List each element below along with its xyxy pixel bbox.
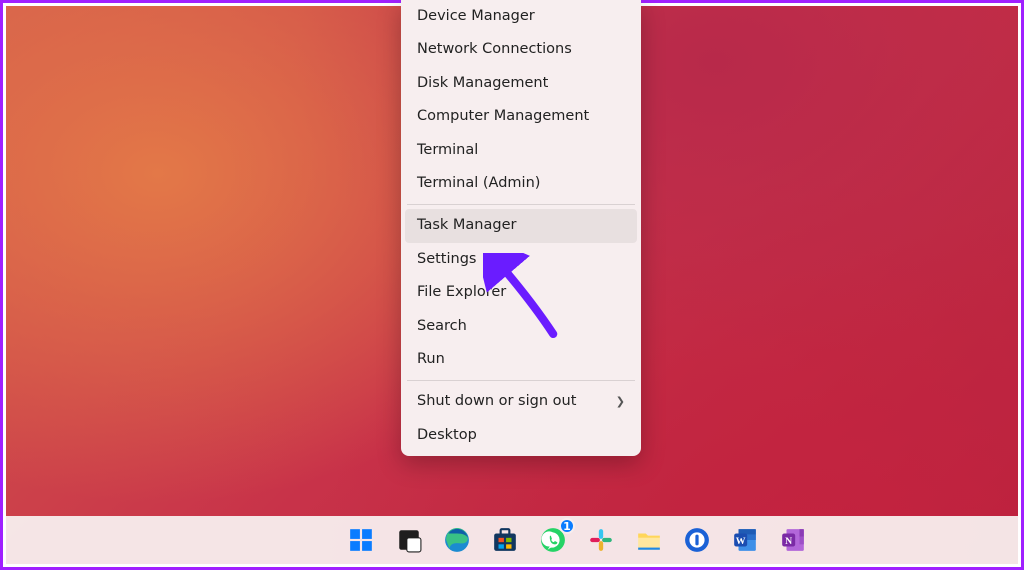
start-button[interactable] — [341, 520, 381, 560]
menu-separator — [407, 380, 635, 381]
whatsapp-button[interactable]: 1 — [533, 520, 573, 560]
edge-button[interactable] — [437, 520, 477, 560]
onenote-icon: N — [780, 527, 806, 553]
taskbar: 1 W N — [6, 516, 1018, 564]
onenote-button[interactable]: N — [773, 520, 813, 560]
folder-icon — [636, 527, 662, 553]
menu-item-task-manager[interactable]: Task Manager — [405, 209, 637, 242]
taskbar-icons: 1 W N — [211, 520, 813, 560]
slack-button[interactable] — [581, 520, 621, 560]
whatsapp-badge: 1 — [559, 518, 575, 534]
menu-item-network-connections[interactable]: Network Connections — [405, 33, 637, 66]
menu-item-file-explorer[interactable]: File Explorer — [405, 276, 637, 309]
svg-text:W: W — [736, 536, 746, 547]
menu-item-settings[interactable]: Settings — [405, 243, 637, 276]
chevron-right-icon: ❯ — [616, 395, 625, 408]
1password-button[interactable] — [677, 520, 717, 560]
menu-item-disk-management[interactable]: Disk Management — [405, 67, 637, 100]
menu-item-terminal-admin[interactable]: Terminal (Admin) — [405, 167, 637, 200]
menu-separator — [407, 204, 635, 205]
slack-icon — [588, 527, 614, 553]
onepassword-icon — [684, 527, 710, 553]
power-user-menu: Device Manager Network Connections Disk … — [401, 0, 641, 456]
task-view-icon — [396, 527, 422, 553]
menu-item-shut-down-or-sign-out[interactable]: Shut down or sign out ❯ — [405, 385, 637, 418]
word-button[interactable]: W — [725, 520, 765, 560]
windows-icon — [348, 527, 374, 553]
file-explorer-button[interactable] — [629, 520, 669, 560]
task-view-button[interactable] — [389, 520, 429, 560]
svg-text:N: N — [785, 536, 792, 547]
word-icon: W — [732, 527, 758, 553]
store-icon — [492, 527, 518, 553]
menu-item-search[interactable]: Search — [405, 310, 637, 343]
edge-icon — [444, 527, 470, 553]
menu-item-terminal[interactable]: Terminal — [405, 134, 637, 167]
menu-item-computer-management[interactable]: Computer Management — [405, 100, 637, 133]
menu-item-desktop[interactable]: Desktop — [405, 419, 637, 452]
microsoft-store-button[interactable] — [485, 520, 525, 560]
menu-item-run[interactable]: Run — [405, 343, 637, 376]
menu-item-device-manager[interactable]: Device Manager — [405, 0, 637, 33]
